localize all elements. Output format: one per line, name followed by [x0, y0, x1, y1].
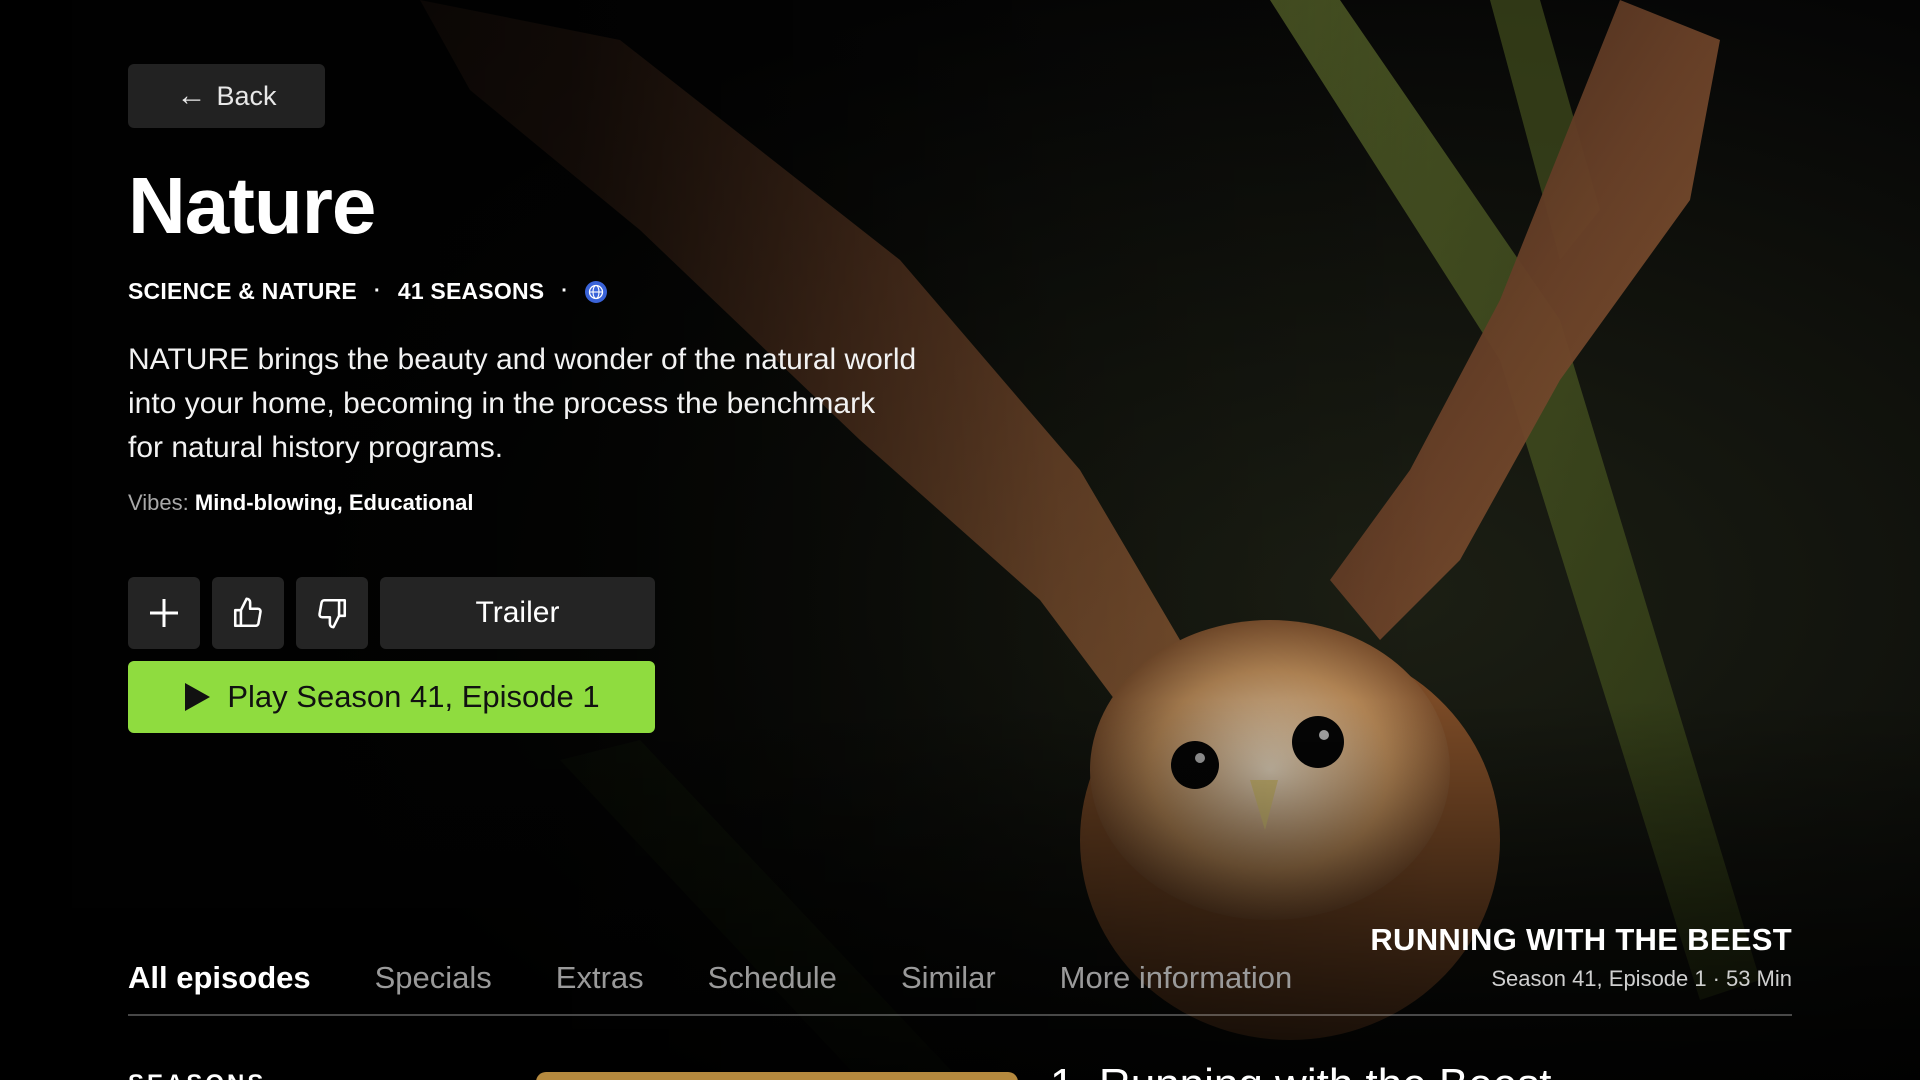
episode-thumbnail[interactable]: [536, 1072, 1018, 1080]
action-row: Trailer: [128, 577, 655, 649]
back-button[interactable]: ← Back: [128, 64, 325, 128]
featured-episode-info: RUNNING WITH THE BEEST Season 41, Episod…: [1370, 922, 1792, 992]
tab-all-episodes[interactable]: All episodes: [128, 960, 311, 996]
like-button[interactable]: [212, 577, 284, 649]
meta-separator: ·: [561, 280, 569, 302]
tab-extras[interactable]: Extras: [556, 960, 644, 996]
globe-icon: [585, 280, 608, 303]
arrow-left-icon: ←: [176, 79, 207, 112]
tab-schedule[interactable]: Schedule: [708, 960, 837, 996]
show-meta: SCIENCE & NATURE · 41 SEASONS ·: [128, 278, 608, 305]
vibes: Vibes: Mind-blowing, Educational: [128, 490, 474, 516]
play-button[interactable]: Play Season 41, Episode 1: [128, 661, 655, 733]
tab-divider: [128, 1014, 1792, 1016]
featured-episode-number: Season 41, Episode 1: [1491, 966, 1707, 991]
dislike-button[interactable]: [296, 577, 368, 649]
thumbs-up-icon: [233, 597, 262, 628]
episode-title[interactable]: 1. Running with the Beest: [1050, 1060, 1551, 1080]
seasons-count: 41 SEASONS: [397, 278, 545, 304]
play-button-label: Play Season 41, Episode 1: [227, 679, 600, 714]
meta-separator: ·: [1712, 966, 1720, 991]
tab-specials[interactable]: Specials: [375, 960, 492, 996]
thumbs-down-icon: [318, 598, 347, 629]
back-button-label: Back: [216, 80, 277, 111]
vibes-label: Vibes:: [128, 490, 189, 515]
show-title: Nature: [128, 161, 376, 250]
tab-bar: All episodes Specials Extras Schedule Si…: [128, 960, 1292, 996]
meta-separator: ·: [373, 280, 381, 302]
tab-similar[interactable]: Similar: [901, 960, 996, 996]
add-to-list-button[interactable]: [128, 577, 200, 649]
featured-episode-duration: 53 Min: [1725, 966, 1792, 991]
seasons-section-label: SEASONS: [128, 1070, 266, 1080]
featured-episode-meta: Season 41, Episode 1 · 53 Min: [1370, 966, 1792, 992]
plus-icon: [150, 599, 178, 627]
play-icon: [185, 683, 211, 711]
tab-more-information[interactable]: More information: [1060, 960, 1293, 996]
featured-episode-title: RUNNING WITH THE BEEST: [1370, 922, 1792, 957]
trailer-button[interactable]: Trailer: [380, 577, 655, 649]
show-description: NATURE brings the beauty and wonder of t…: [128, 343, 917, 464]
genre-label: SCIENCE & NATURE: [128, 278, 357, 304]
vibes-value: Mind-blowing, Educational: [194, 490, 474, 515]
